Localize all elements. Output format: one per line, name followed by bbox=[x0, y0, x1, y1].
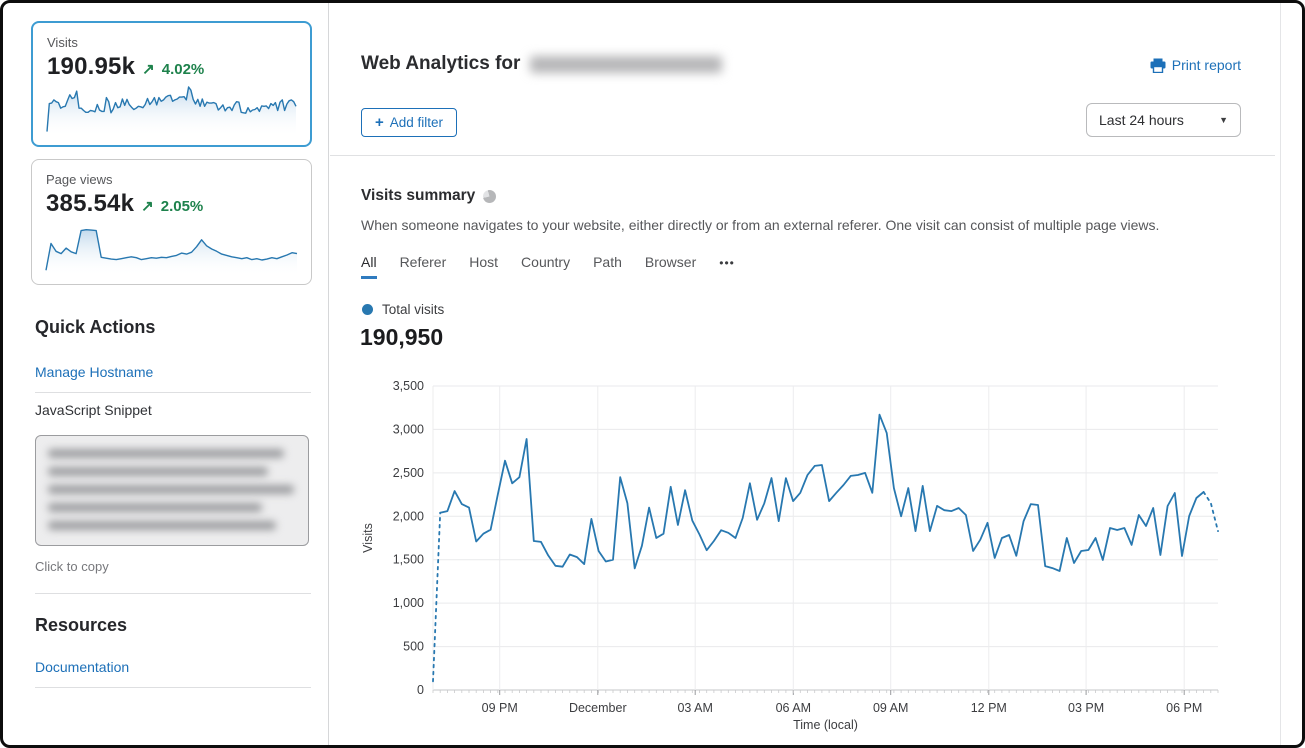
print-report-button[interactable]: Print report bbox=[1150, 57, 1241, 73]
sidebar-divider bbox=[35, 593, 311, 594]
stat-card-visits-value-row: 190.95k ↗ 4.02% bbox=[47, 53, 296, 81]
redacted-code-line bbox=[48, 467, 268, 476]
documentation-link[interactable]: Documentation bbox=[35, 659, 129, 675]
page-title: Web Analytics for bbox=[361, 53, 722, 75]
svg-text:06 PM: 06 PM bbox=[1166, 701, 1202, 715]
redacted-code-line bbox=[48, 485, 294, 494]
quick-actions-heading: Quick Actions bbox=[35, 317, 155, 338]
resources-heading: Resources bbox=[35, 615, 127, 636]
printer-icon bbox=[1150, 58, 1166, 73]
redacted-code-line bbox=[48, 503, 262, 512]
legend-dot-icon bbox=[362, 304, 373, 315]
dimension-tabs: All Referer Host Country Path Browser ••… bbox=[361, 254, 735, 279]
tab-path[interactable]: Path bbox=[593, 254, 622, 279]
svg-text:Visits: Visits bbox=[361, 523, 375, 553]
javascript-snippet-label: JavaScript Snippet bbox=[35, 402, 152, 418]
tab-all[interactable]: All bbox=[361, 254, 377, 279]
web-analytics-dashboard: Visits 190.95k ↗ 4.02% Page views 385.54… bbox=[0, 0, 1305, 748]
page-views-value: 385.54k bbox=[46, 190, 134, 218]
add-filter-label: Add filter bbox=[390, 115, 443, 130]
svg-text:12 PM: 12 PM bbox=[971, 701, 1007, 715]
redacted-code-line bbox=[48, 449, 284, 458]
stat-card-visits[interactable]: Visits 190.95k ↗ 4.02% bbox=[31, 21, 312, 147]
svg-text:09 AM: 09 AM bbox=[873, 701, 908, 715]
svg-text:1,000: 1,000 bbox=[393, 596, 424, 610]
svg-text:1,500: 1,500 bbox=[393, 553, 424, 567]
svg-text:0: 0 bbox=[417, 683, 424, 697]
svg-text:3,000: 3,000 bbox=[393, 422, 424, 436]
visits-change-percent: 4.02% bbox=[162, 61, 205, 78]
click-to-copy-hint: Click to copy bbox=[35, 559, 109, 574]
trend-up-icon: ↗ bbox=[142, 60, 155, 78]
stat-card-page-views-label: Page views bbox=[46, 172, 297, 187]
tab-host[interactable]: Host bbox=[469, 254, 498, 279]
stat-card-visits-label: Visits bbox=[47, 35, 296, 50]
svg-text:2,500: 2,500 bbox=[393, 466, 424, 480]
svg-text:500: 500 bbox=[403, 640, 424, 654]
js-snippet-code-box[interactable] bbox=[35, 435, 309, 546]
page-views-change-percent: 2.05% bbox=[161, 198, 204, 215]
stat-card-page-views-value-row: 385.54k ↗ 2.05% bbox=[46, 190, 297, 218]
svg-text:3,500: 3,500 bbox=[393, 379, 424, 393]
stat-card-page-views[interactable]: Page views 385.54k ↗ 2.05% bbox=[31, 159, 312, 285]
print-report-label: Print report bbox=[1172, 57, 1241, 73]
visits-summary-title-text: Visits summary bbox=[361, 187, 475, 205]
svg-text:2,000: 2,000 bbox=[393, 509, 424, 523]
visits-summary-heading: Visits summary bbox=[361, 187, 496, 205]
header-divider bbox=[330, 155, 1275, 156]
sidebar-divider bbox=[35, 392, 311, 393]
tab-more-ellipsis[interactable]: ••• bbox=[719, 254, 735, 279]
visits-sparkline-chart bbox=[46, 83, 297, 139]
main-right-border bbox=[1280, 3, 1281, 745]
visits-summary-description: When someone navigates to your website, … bbox=[361, 217, 1159, 233]
redacted-code-line bbox=[48, 521, 276, 530]
redacted-domain bbox=[530, 56, 722, 73]
sidebar-main-divider bbox=[328, 3, 329, 745]
trend-up-icon: ↗ bbox=[141, 197, 154, 215]
visits-value: 190.95k bbox=[47, 53, 135, 81]
legend-label: Total visits bbox=[382, 302, 444, 317]
page-views-sparkline-chart bbox=[45, 222, 298, 278]
sidebar-divider bbox=[35, 687, 311, 688]
svg-text:Time (local): Time (local) bbox=[793, 718, 858, 732]
svg-text:03 AM: 03 AM bbox=[677, 701, 712, 715]
plus-icon: + bbox=[375, 114, 384, 131]
page-title-text: Web Analytics for bbox=[361, 53, 520, 75]
manage-hostname-link[interactable]: Manage Hostname bbox=[35, 364, 153, 380]
total-visits-number: 190,950 bbox=[360, 324, 443, 351]
time-range-dropdown[interactable]: Last 24 hours ▼ bbox=[1086, 103, 1241, 137]
chevron-down-icon: ▼ bbox=[1219, 115, 1228, 125]
add-filter-button[interactable]: + Add filter bbox=[361, 108, 457, 137]
time-range-value: Last 24 hours bbox=[1099, 112, 1184, 128]
svg-text:06 AM: 06 AM bbox=[776, 701, 811, 715]
tab-browser[interactable]: Browser bbox=[645, 254, 696, 279]
tab-country[interactable]: Country bbox=[521, 254, 570, 279]
svg-text:03 PM: 03 PM bbox=[1068, 701, 1104, 715]
pie-chart-help-icon[interactable] bbox=[483, 190, 496, 203]
chart-legend: Total visits bbox=[362, 302, 444, 317]
svg-text:09 PM: 09 PM bbox=[482, 701, 518, 715]
visits-line-chart[interactable]: 0 500 1,000 1,500 2,000 2,500 3,000 3,500 09 PM D… bbox=[361, 377, 1223, 737]
tab-referer[interactable]: Referer bbox=[400, 254, 447, 279]
svg-text:December: December bbox=[569, 701, 627, 715]
